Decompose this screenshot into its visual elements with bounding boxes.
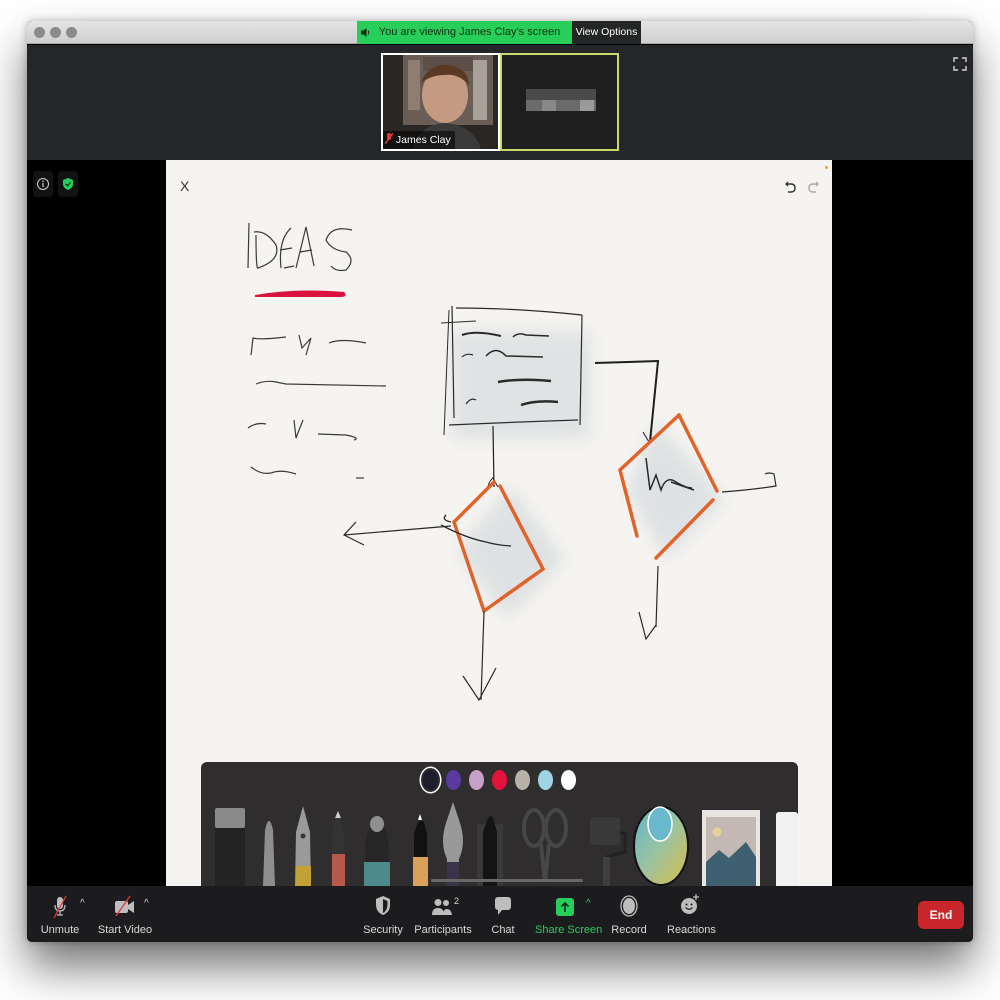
- eraser-tool[interactable]: [215, 808, 245, 886]
- audio-options-caret[interactable]: ^: [80, 898, 85, 909]
- title-bar: You are viewing James Clay's screen View…: [27, 21, 973, 60]
- record-button[interactable]: Record: [610, 886, 648, 942]
- text-scribbles: [247, 334, 387, 479]
- meeting-info-button[interactable]: [33, 171, 53, 197]
- zoom-window-button[interactable]: [66, 27, 77, 38]
- participant-name-tag: James Clay: [383, 131, 455, 149]
- participant-tile-active-speaker[interactable]: [500, 53, 619, 151]
- video-off-icon: [115, 895, 134, 917]
- connector-line: [594, 359, 660, 443]
- shield-check-icon: [63, 178, 73, 190]
- roller-tool[interactable]: [590, 817, 627, 886]
- end-meeting-button[interactable]: End: [918, 901, 964, 929]
- viewing-text: You are viewing James Clay's screen: [378, 26, 561, 38]
- view-options-label: View Options: [575, 26, 638, 38]
- drawing-canvas[interactable]: X: [166, 160, 832, 886]
- image-tool[interactable]: [702, 810, 760, 886]
- info-icon: [37, 178, 49, 190]
- drawing-tool-palette: [201, 762, 798, 886]
- reactions-label: Reactions: [667, 924, 716, 936]
- tool-strip: [215, 802, 798, 886]
- security-label: Security: [363, 924, 403, 936]
- palette-scrollbar[interactable]: [431, 879, 583, 882]
- chat-icon: [495, 897, 511, 915]
- mic-off-icon: [53, 895, 67, 919]
- unmute-label: Unmute: [40, 924, 80, 936]
- shared-screen: X: [27, 160, 973, 886]
- participant-name: James Clay: [395, 134, 451, 146]
- view-options-button[interactable]: View Options ⌄: [572, 21, 641, 60]
- screen-share-banner: You are viewing James Clay's screen View…: [357, 21, 641, 60]
- speaker-icon: [361, 28, 370, 37]
- blurred-video: [502, 55, 617, 149]
- fine-pen-tool[interactable]: [413, 814, 428, 886]
- mic-muted-icon: [384, 132, 394, 145]
- start-video-button[interactable]: Start Video: [97, 886, 153, 942]
- video-gallery: James Clay: [27, 45, 973, 160]
- share-options-caret[interactable]: ^: [586, 898, 591, 909]
- heading-underline: [255, 290, 346, 297]
- color-picker-tool[interactable]: [633, 806, 689, 886]
- start-video-label: Start Video: [97, 924, 153, 936]
- participants-label: Participants: [414, 924, 472, 936]
- participants-icon: [432, 899, 452, 915]
- connector-line: [343, 525, 452, 536]
- zoom-meeting-window: You are viewing James Clay's screen View…: [27, 21, 973, 942]
- viewing-banner: You are viewing James Clay's screen: [357, 21, 572, 44]
- ideas-heading: [247, 222, 353, 272]
- reactions-icon: [681, 894, 699, 914]
- participant-tile[interactable]: James Clay: [381, 53, 500, 151]
- scissors-tool[interactable]: [522, 808, 568, 883]
- reactions-button[interactable]: Reactions: [667, 886, 716, 942]
- marker-tool[interactable]: [364, 816, 390, 886]
- unmute-button[interactable]: Unmute: [37, 886, 83, 942]
- chat-label: Chat: [491, 924, 515, 936]
- record-label: Record: [611, 924, 647, 936]
- shield-icon: [376, 896, 390, 915]
- fountain-pen-tool[interactable]: [295, 806, 311, 886]
- share-screen-label: Share Screen: [535, 924, 603, 936]
- brush-tool[interactable]: [443, 802, 463, 886]
- paper-tool[interactable]: [776, 812, 798, 886]
- record-icon: [620, 895, 638, 917]
- arrow-head: [642, 431, 650, 443]
- ruler-pen-tool[interactable]: [477, 816, 503, 886]
- participant-count: 2: [454, 896, 460, 906]
- arrow-head: [638, 611, 657, 641]
- close-window-button[interactable]: [34, 27, 45, 38]
- connector-line: [655, 565, 659, 628]
- encryption-button[interactable]: [58, 171, 78, 197]
- share-screen-icon: [556, 898, 574, 916]
- connector-line: [721, 472, 777, 493]
- colored-pencil-tool[interactable]: [331, 811, 345, 886]
- pencil-tool[interactable]: [263, 821, 275, 886]
- fullscreen-icon[interactable]: [953, 57, 967, 71]
- arrow-head: [462, 667, 497, 702]
- participants-button[interactable]: 2 Participants: [414, 886, 472, 942]
- video-options-caret[interactable]: ^: [144, 898, 149, 909]
- connector-line: [480, 610, 485, 701]
- minimize-window-button[interactable]: [50, 27, 61, 38]
- share-screen-button[interactable]: Share Screen: [535, 886, 603, 942]
- meeting-controls-bar: Unmute ^ Start Video ^ Security 2 Partic…: [27, 886, 973, 942]
- security-button[interactable]: Security: [363, 886, 403, 942]
- chat-button[interactable]: Chat: [487, 886, 519, 942]
